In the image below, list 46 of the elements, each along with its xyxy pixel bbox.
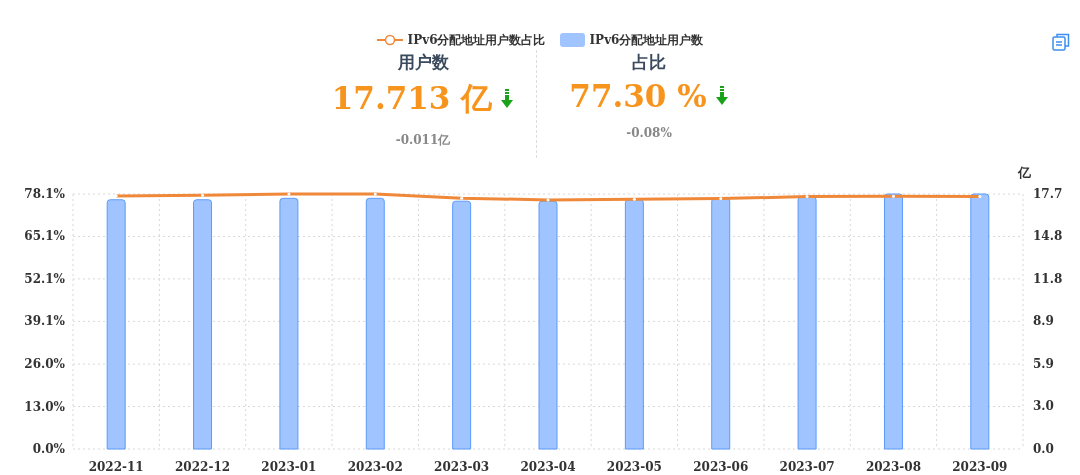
line-point <box>891 194 895 198</box>
line-point <box>719 197 723 201</box>
line-point <box>546 198 550 202</box>
x-axis-label: 2023-07 <box>779 460 835 474</box>
line-point <box>460 196 464 200</box>
y-axis-label: 52.1% <box>24 271 65 286</box>
legend-label[interactable]: IPv6分配地址用户数占比 <box>407 31 546 49</box>
line-point <box>114 194 118 198</box>
y-axis-label: 3.0 <box>1033 398 1054 413</box>
line-point <box>373 192 377 196</box>
y-axis-label: 5.9 <box>1033 357 1054 371</box>
line-point <box>632 197 636 201</box>
y-axis-label: 39.1% <box>24 314 65 329</box>
y-axis-label: 11.8 <box>1033 272 1063 286</box>
legend-label[interactable]: IPv6分配地址用户数 <box>589 31 704 49</box>
stat-value: 77.30 % <box>569 78 707 114</box>
x-axis-label: 2023-03 <box>434 460 490 474</box>
stat-value: 17.713 亿 <box>331 79 493 118</box>
x-axis-label: 2023-09 <box>952 460 1008 474</box>
x-axis-label: 2022-11 <box>88 460 144 474</box>
y-axis-label: 78.1% <box>24 187 65 201</box>
axis-unit: 亿 <box>1018 165 1031 180</box>
y-axis-label: 17.7 <box>1033 187 1063 201</box>
y-axis-label: 8.9 <box>1033 313 1054 328</box>
line-point <box>978 195 982 199</box>
stat-title: 占比 <box>632 51 666 74</box>
stat-title: 用户数 <box>397 51 449 74</box>
x-axis-label: 2023-02 <box>347 460 403 474</box>
copy-icon[interactable] <box>1052 33 1070 51</box>
y-axis-label: 14.8 <box>1033 228 1063 243</box>
line-point <box>287 192 291 196</box>
x-axis-label: 2023-05 <box>606 460 662 474</box>
x-axis-label: 2022-12 <box>175 460 231 474</box>
y-axis-label: 0.0 <box>1033 442 1054 456</box>
y-axis-label: 13.0% <box>24 399 65 414</box>
line-point <box>805 195 809 199</box>
y-axis-label: 26.0% <box>24 357 65 372</box>
stat-change: -0.08% <box>626 126 672 140</box>
line-point <box>201 193 205 197</box>
y-axis-label: 65.1% <box>24 229 65 244</box>
stat-change: -0.011亿 <box>395 132 451 149</box>
x-axis-label: 2023-08 <box>865 460 921 474</box>
x-axis-label: 2023-04 <box>520 460 576 474</box>
x-axis-label: 2023-01 <box>261 460 317 474</box>
y-axis-label: 0.0% <box>32 442 65 456</box>
x-axis-label: 2023-06 <box>693 460 749 474</box>
